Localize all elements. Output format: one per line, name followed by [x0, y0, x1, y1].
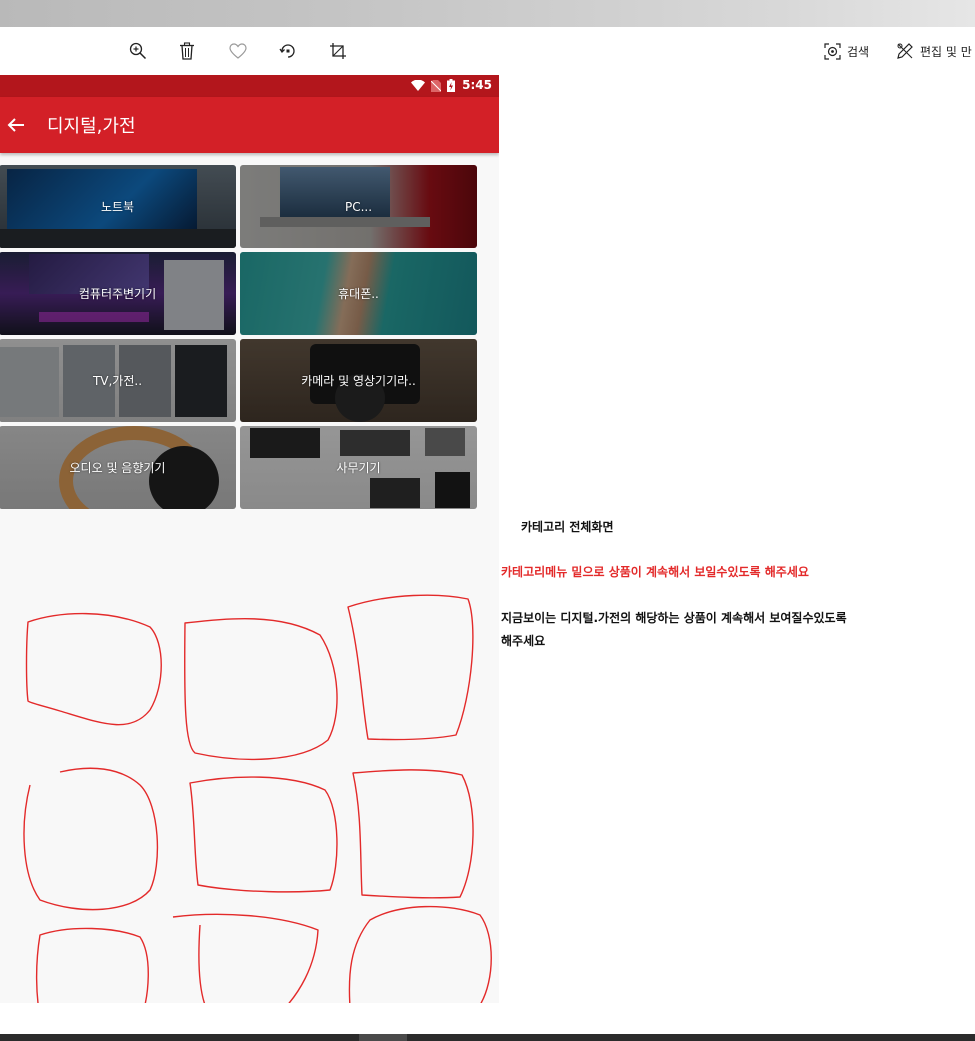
category-tile-pc[interactable]: PC...	[240, 165, 477, 248]
heart-icon[interactable]	[226, 39, 250, 63]
scribble-box	[172, 913, 319, 1003]
taskbar-strip	[0, 1034, 975, 1041]
category-label: 사무기기	[336, 461, 381, 475]
trash-icon[interactable]	[175, 39, 199, 63]
category-label: 카메라 및 영상기기라..	[301, 374, 416, 388]
arrow-left-icon[interactable]	[4, 113, 28, 137]
scribble-box	[348, 905, 492, 1003]
status-bar: 5:45	[0, 75, 499, 97]
category-label: 휴대폰..	[338, 287, 379, 301]
edit-label: 편집 및 만	[920, 44, 972, 59]
taskbar-active-segment	[359, 1034, 407, 1041]
category-tile-office[interactable]: 사무기기	[240, 426, 477, 509]
note-red-request: 카테고리메뉴 밑으로 상품이 계속해서 보일수있도록 해주세요	[501, 565, 809, 579]
page-title: 디지털,가전	[47, 116, 136, 137]
category-tile-peripherals[interactable]: 컴퓨터주변기기	[0, 252, 236, 335]
battery-charging-icon	[447, 79, 455, 92]
scribble-box	[35, 927, 149, 1003]
crop-icon[interactable]	[326, 39, 350, 63]
red-annotation-scribbles	[23, 594, 492, 1003]
category-label: TV,가전..	[92, 374, 143, 388]
note-line-2: 해주세요	[501, 634, 546, 648]
scribble-box	[189, 776, 338, 893]
category-label: PC...	[344, 199, 373, 214]
scribble-box	[23, 767, 159, 911]
photo-viewer-toolbar: 검색 편집 및 만	[0, 27, 975, 75]
scribble-box	[352, 769, 474, 899]
no-sim-icon	[431, 79, 441, 92]
category-tile-camera[interactable]: 카메라 및 영상기기라..	[240, 339, 477, 422]
scribble-box	[25, 612, 162, 726]
edit-pencil-icon	[897, 43, 913, 59]
category-tile-laptop[interactable]: 노트북	[0, 165, 236, 248]
zoom-in-icon[interactable]	[126, 39, 150, 63]
search-label: 검색	[847, 44, 870, 59]
category-label: 오디오 및 음향기기	[69, 461, 166, 475]
category-label: 컴퓨터주변기기	[78, 287, 157, 301]
category-tile-mobile[interactable]: 휴대폰..	[240, 252, 477, 335]
category-tile-audio[interactable]: 오디오 및 음향기기	[0, 426, 236, 509]
visual-search-icon	[824, 42, 841, 60]
note-line-1: 지금보이는 디지털.가전의 해당하는 상품이 계속해서 보여질수있도록	[501, 611, 847, 625]
scribble-box	[183, 618, 338, 761]
scribble-box	[347, 594, 474, 741]
phone-screenshot: 5:45 디지털,가전 노트북 PC... 컴퓨터주변기기 휴대폰.. TV,가…	[0, 75, 499, 1003]
search-button[interactable]: 검색	[824, 41, 869, 61]
rotate-icon[interactable]	[276, 39, 300, 63]
wifi-icon	[411, 80, 425, 91]
app-bar: 디지털,가전	[0, 97, 499, 153]
edit-button[interactable]: 편집 및 만	[896, 41, 972, 61]
category-tile-tv-appliances[interactable]: TV,가전..	[0, 339, 236, 422]
status-time: 5:45	[462, 78, 492, 92]
window-title-area	[0, 0, 975, 27]
note-heading: 카테고리 전체화면	[521, 520, 614, 534]
category-label: 노트북	[100, 200, 135, 214]
